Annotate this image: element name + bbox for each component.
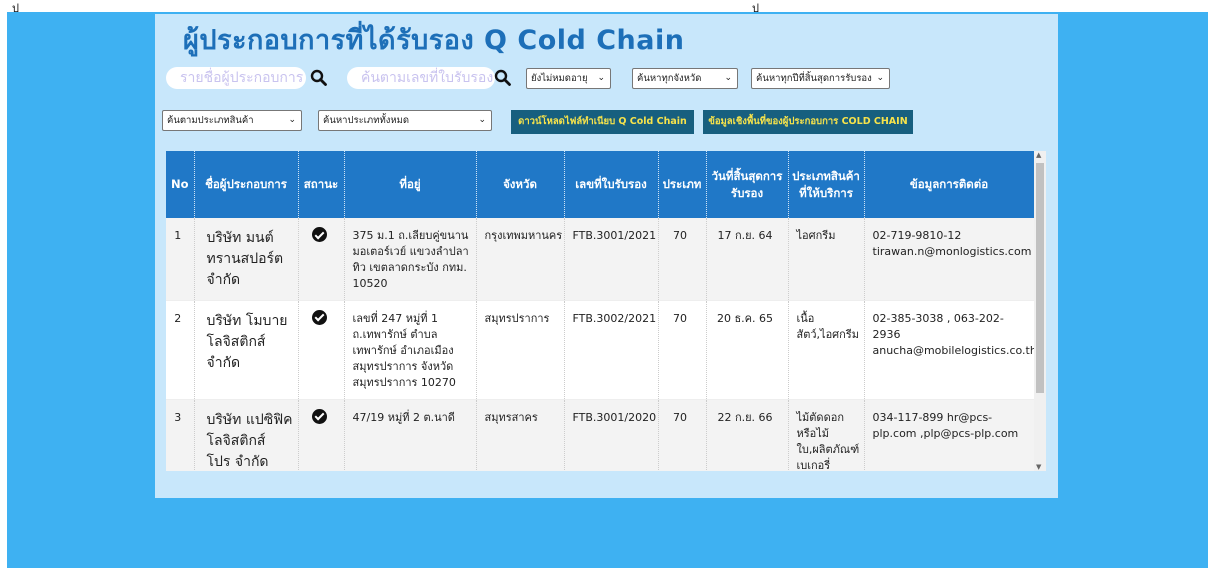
- year-select[interactable]: ค้นหาทุกปีที่สิ้นสุดการรับรอง ⌄: [751, 68, 890, 89]
- chevron-down-icon: ⌄: [597, 73, 605, 83]
- col-header-type[interactable]: ประเภท: [658, 151, 707, 218]
- row-status: [298, 399, 345, 471]
- col-header-name[interactable]: ชื่อผู้ประกอบการ: [194, 151, 299, 218]
- expiry-select[interactable]: ยังไม่หมดอายุ ⌄: [526, 68, 611, 89]
- chevron-down-icon: ⌄: [724, 73, 732, 83]
- table-scrollbar[interactable]: ▲ ▼: [1034, 151, 1046, 471]
- download-button[interactable]: ดาวน์โหลดไฟล์ทำเนียบ Q Cold Chain: [511, 110, 694, 134]
- chevron-down-icon: ⌄: [288, 115, 296, 125]
- row-product: เนื้อสัตว์,ไอศกรีม: [788, 300, 865, 399]
- check-circle-icon: [311, 408, 327, 424]
- col-header-address[interactable]: ที่อยู่: [344, 151, 477, 218]
- row-contact: 02-385-3038 , 063-202-2936 anucha@mobile…: [864, 300, 1037, 399]
- col-header-contact[interactable]: ข้อมูลการติดต่อ: [864, 151, 1035, 218]
- search-icon[interactable]: [310, 69, 328, 87]
- expiry-select-value: ยังไม่หมดอายุ: [531, 73, 588, 84]
- row-type: 70: [658, 300, 707, 399]
- check-circle-icon: [311, 227, 327, 242]
- row-address: 47/19 หมู่ที่ 2 ต.นาดี: [344, 399, 477, 471]
- year-select-value: ค้นหาทุกปีที่สิ้นสุดการรับรอง: [756, 73, 872, 84]
- top-strip: ป ป: [0, 0, 1208, 15]
- row-province: กรุงเทพมหานคร: [476, 218, 565, 300]
- scrollbar-thumb[interactable]: [1036, 163, 1044, 393]
- row-expiry: 17 ก.ย. 64: [706, 218, 789, 300]
- row-expiry: 22 ก.ย. 66: [706, 399, 789, 471]
- all-types-select-value: ค้นหาประเภททั้งหมด: [323, 115, 410, 126]
- table-header-row: No ชื่อผู้ประกอบการ สถานะ ที่อยู่ จังหวั…: [166, 151, 1035, 218]
- scroll-up-icon[interactable]: ▲: [1036, 151, 1041, 159]
- row-license: FTB.3001/2021: [564, 218, 659, 300]
- row-province: สมุทรสาคร: [476, 399, 565, 471]
- table-row: 1 บริษัท มนต์ ทรานสปอร์ต จำกัด 375 ม.1 ถ…: [166, 218, 1035, 300]
- product-type-select-value: ค้นตามประเภทสินค้า: [167, 115, 254, 126]
- chevron-down-icon: ⌄: [876, 73, 884, 83]
- province-select[interactable]: ค้นหาทุกจังหวัด ⌄: [632, 68, 738, 89]
- check-circle-icon: [311, 309, 327, 325]
- row-status: [298, 218, 345, 300]
- row-name: บริษัท มนต์ ทรานสปอร์ต จำกัด: [194, 218, 299, 300]
- main-panel: ผู้ประกอบการที่ได้รับรอง Q Cold Chain รา…: [155, 14, 1058, 498]
- license-search-input[interactable]: ค้นตามเลขที่ใบรับรอง: [347, 67, 495, 89]
- table-row: 3 บริษัท แปซิฟิค โลจิสติกส์ โปร จำกัด 47…: [166, 399, 1035, 471]
- row-address: เลขที่ 247 หมู่ที่ 1 ถ.เทพารักษ์ ตำบลเทพ…: [344, 300, 477, 399]
- scroll-down-icon[interactable]: ▼: [1036, 463, 1041, 471]
- province-select-value: ค้นหาทุกจังหวัด: [637, 73, 702, 84]
- row-license: FTB.3001/2020: [564, 399, 659, 471]
- row-product: ไอศกรีม: [788, 218, 865, 300]
- name-search-input[interactable]: รายชื่อผู้ประกอบการ: [166, 67, 306, 89]
- search-icon[interactable]: [494, 69, 512, 87]
- all-types-select[interactable]: ค้นหาประเภททั้งหมด ⌄: [318, 110, 492, 131]
- row-no: 3: [166, 399, 195, 471]
- row-province: สมุทรปราการ: [476, 300, 565, 399]
- operators-table-container[interactable]: No ชื่อผู้ประกอบการ สถานะ ที่อยู่ จังหวั…: [166, 151, 1046, 471]
- col-header-no[interactable]: No: [166, 151, 195, 218]
- page-title: ผู้ประกอบการที่ได้รับรอง Q Cold Chain: [183, 25, 685, 56]
- product-type-select[interactable]: ค้นตามประเภทสินค้า ⌄: [162, 110, 302, 131]
- table-row: 2 บริษัท โมบาย โลจิสติกส์ จำกัด เลขที่ 2…: [166, 300, 1037, 399]
- row-status: [298, 300, 345, 399]
- spatial-info-button[interactable]: ข้อมูลเชิงพื้นที่ของผู้ประกอบการ COLD CH…: [703, 110, 913, 134]
- row-product: ไม้ตัดดอก หรือไม้ใบ,ผลิตภัณฑ์เบเกอรี่: [788, 399, 865, 471]
- col-header-expiry[interactable]: วันที่สิ้นสุดการรับรอง: [706, 151, 789, 218]
- row-name: บริษัท โมบาย โลจิสติกส์ จำกัด: [194, 300, 299, 399]
- row-contact: 02-719-9810-12 tirawan.n@monlogistics.co…: [864, 218, 1035, 300]
- col-header-province[interactable]: จังหวัด: [476, 151, 565, 218]
- row-no: 1: [166, 218, 195, 300]
- row-name: บริษัท แปซิฟิค โลจิสติกส์ โปร จำกัด: [194, 399, 299, 471]
- row-contact: 034-117-899 hr@pcs-plp.com ,plp@pcs-plp.…: [864, 399, 1035, 471]
- operators-table: No ชื่อผู้ประกอบการ สถานะ ที่อยู่ จังหวั…: [166, 151, 1037, 471]
- col-header-product[interactable]: ประเภทสินค้าที่ให้บริการ: [788, 151, 865, 218]
- row-expiry: 20 ธ.ค. 65: [706, 300, 789, 399]
- row-type: 70: [658, 399, 707, 471]
- col-header-status[interactable]: สถานะ: [298, 151, 345, 218]
- row-no: 2: [166, 300, 195, 399]
- col-header-license[interactable]: เลขที่ใบรับรอง: [564, 151, 659, 218]
- chevron-down-icon: ⌄: [478, 115, 486, 125]
- row-type: 70: [658, 218, 707, 300]
- row-address: 375 ม.1 ถ.เลียบคู่ขนาน มอเตอร์เวย์ แขวงล…: [344, 218, 477, 300]
- row-license: FTB.3002/2021: [564, 300, 659, 399]
